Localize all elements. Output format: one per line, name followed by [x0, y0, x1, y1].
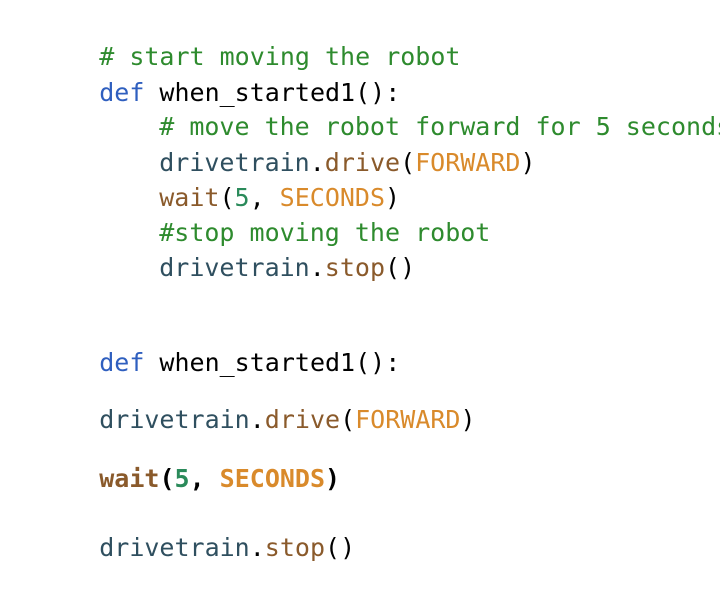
- code-punct: ): [520, 148, 536, 177]
- code-identifier: drivetrain: [159, 253, 310, 282]
- code-punct: (: [159, 464, 175, 493]
- code-constant: FORWARD: [415, 148, 521, 177]
- code-line-comment-stop: #stop moving the robot: [99, 188, 490, 247]
- code-method: drive: [264, 405, 341, 434]
- code-line-drive: drivetrain.drive(FORWARD): [99, 118, 535, 177]
- code-punct: .: [249, 533, 265, 562]
- code-line-def-2: def when_started1():: [39, 318, 400, 377]
- code-number: 5: [174, 464, 190, 493]
- code-line-stop-2: drivetrain.stop(): [39, 503, 355, 562]
- code-punct: ,: [189, 464, 220, 493]
- code-function-name: when_started1: [144, 348, 356, 377]
- code-punct: .: [309, 253, 325, 282]
- code-punct: .: [249, 405, 265, 434]
- code-punct: (: [400, 148, 416, 177]
- code-punct: ():: [355, 348, 401, 377]
- code-line-comment-start: # start moving the robot: [39, 12, 460, 71]
- code-line-stop: drivetrain.stop(): [99, 223, 415, 282]
- code-method: stop: [264, 533, 326, 562]
- code-line-drive-2: drivetrain.drive(FORWARD): [39, 375, 475, 434]
- code-line-def: def when_started1():: [39, 48, 400, 107]
- code-constant: FORWARD: [355, 405, 461, 434]
- code-constant: SECONDS: [219, 464, 326, 493]
- code-function-call: wait: [99, 464, 160, 493]
- code-identifier: drivetrain: [99, 533, 250, 562]
- code-line-wait-2: wait(5, SECONDS): [39, 434, 340, 493]
- code-punct: (): [325, 533, 356, 562]
- code-keyword: def: [99, 348, 145, 377]
- code-punct: (): [385, 253, 416, 282]
- code-method: stop: [324, 253, 386, 282]
- code-line-wait: wait(5, SECONDS): [99, 153, 400, 212]
- code-punct: (: [340, 405, 356, 434]
- code-punct: ): [325, 464, 341, 493]
- code-identifier: drivetrain: [99, 405, 250, 434]
- code-line-comment-forward: # move the robot forward for 5 seconds: [99, 82, 720, 141]
- code-punct: ): [460, 405, 476, 434]
